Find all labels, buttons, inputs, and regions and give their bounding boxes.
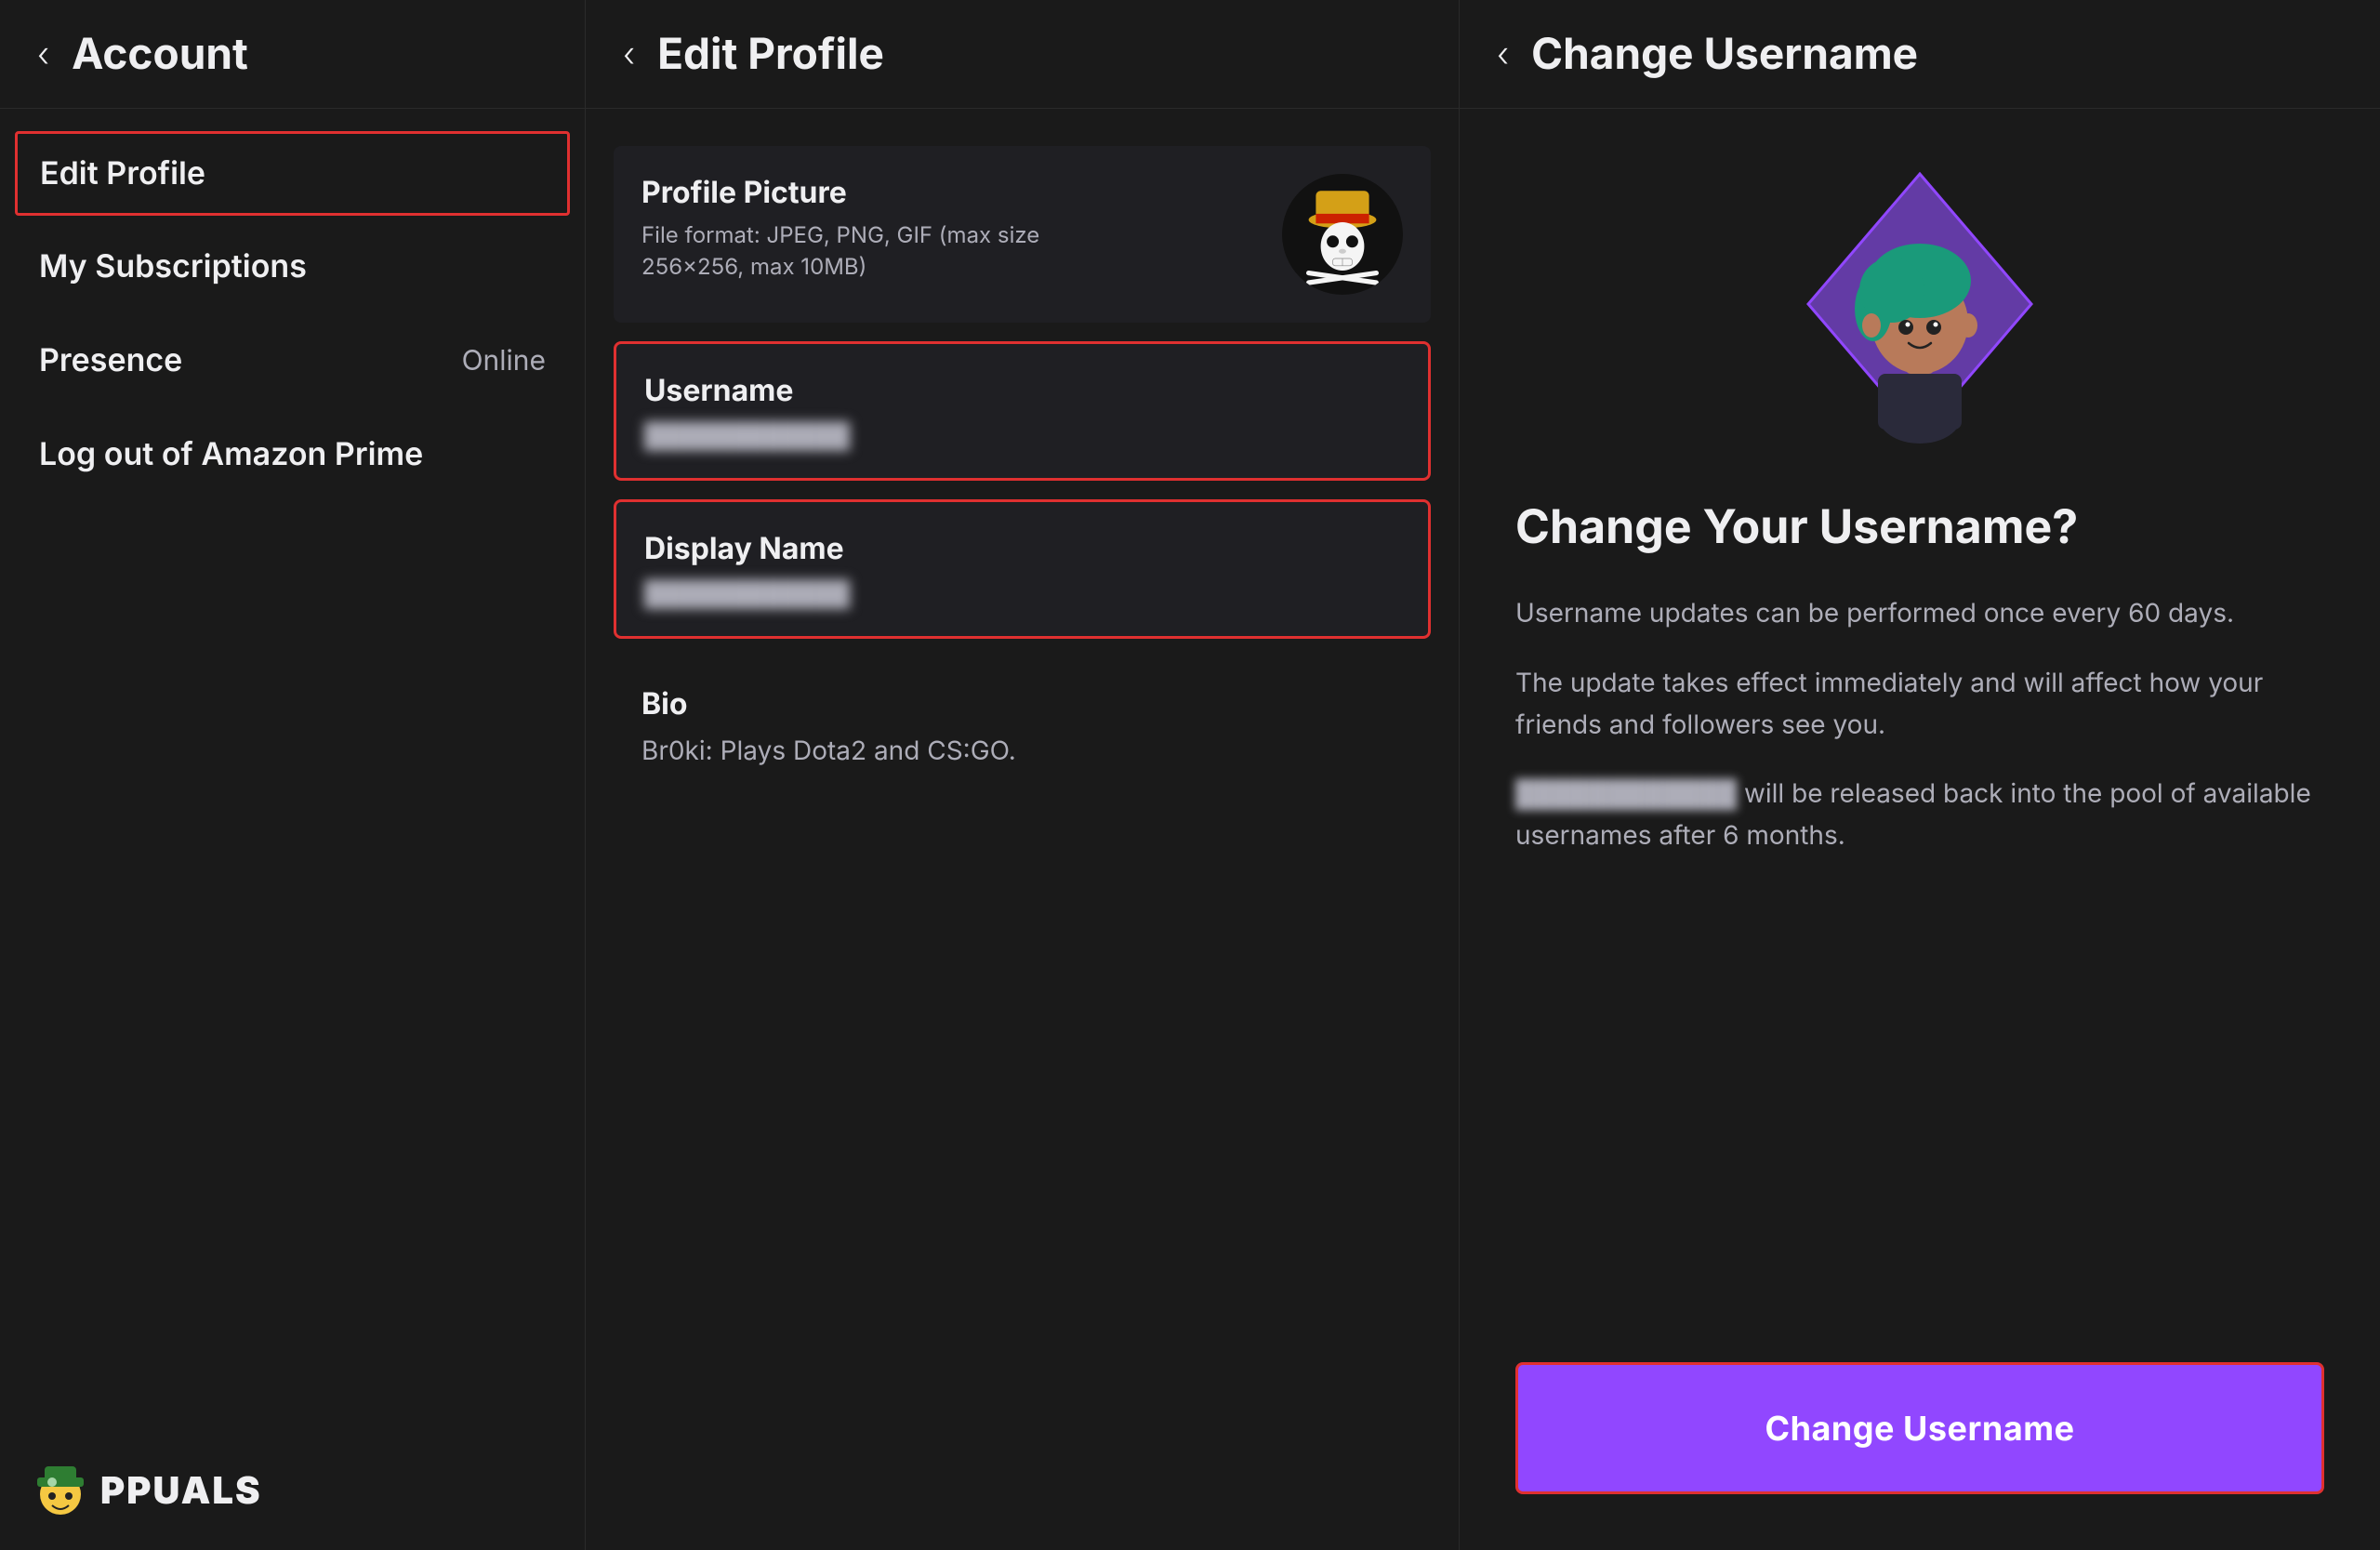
display-name-label: Display Name (644, 530, 1400, 566)
profile-picture-description: File format: JPEG, PNG, GIF (max size 25… (641, 219, 1106, 282)
menu-item-edit-profile[interactable]: Edit Profile (15, 131, 570, 216)
menu-item-presence[interactable]: Presence Online (0, 313, 585, 407)
menu-item-presence-label: Presence (39, 341, 182, 379)
edit-profile-header: ‹ Edit Profile (586, 0, 1459, 109)
change-username-panel: ‹ Change Username (1460, 0, 2380, 1550)
change-username-heading: Change Your Username? (1515, 499, 2324, 555)
menu-item-amazon-prime[interactable]: Log out of Amazon Prime (0, 407, 585, 501)
account-menu: Edit Profile My Subscriptions Presence O… (0, 109, 585, 1550)
avatar-image (1282, 174, 1403, 295)
change-username-blurred-name: ████████████ (1515, 773, 1737, 815)
username-value: ████████████ (644, 421, 1400, 450)
account-panel: ‹ Account Edit Profile My Subscriptions … (0, 0, 586, 1550)
username-section[interactable]: Username ████████████ (614, 341, 1431, 481)
bio-section: Bio Br0ki: Plays Dota2 and CS:GO. (614, 657, 1431, 794)
change-username-paragraph2: The update takes effect immediately and … (1515, 662, 2324, 746)
edit-profile-back-arrow[interactable]: ‹ (623, 33, 635, 74)
edit-profile-title: Edit Profile (657, 28, 884, 80)
watermark-text: PPUALS (100, 1467, 262, 1513)
bio-label: Bio (641, 685, 1403, 722)
account-title: Account (72, 28, 248, 80)
display-name-section[interactable]: Display Name ████████████ (614, 499, 1431, 639)
change-username-button-area: Change Username (1460, 1325, 2380, 1550)
character-illustration (1762, 146, 2078, 499)
character-illustration-area (1460, 109, 2380, 499)
change-username-back-arrow[interactable]: ‹ (1497, 33, 1509, 74)
change-username-paragraph3: ████████████ will be released back into … (1515, 773, 2324, 856)
menu-item-presence-value: Online (462, 344, 546, 378)
profile-picture-info: Profile Picture File format: JPEG, PNG, … (641, 174, 1106, 282)
change-username-title-header: Change Username (1531, 28, 1918, 80)
menu-item-edit-profile-label: Edit Profile (40, 154, 205, 192)
account-back-arrow[interactable]: ‹ (37, 33, 49, 74)
menu-item-subscriptions[interactable]: My Subscriptions (0, 219, 585, 313)
display-name-value: ████████████ (644, 579, 1400, 608)
username-label: Username (644, 372, 1400, 408)
change-username-info: Change Your Username? Username updates c… (1460, 499, 2380, 1325)
account-header: ‹ Account (0, 0, 585, 109)
bio-text: Br0ki: Plays Dota2 and CS:GO. (641, 735, 1403, 766)
watermark-icon (28, 1457, 93, 1522)
profile-picture-section: Profile Picture File format: JPEG, PNG, … (614, 146, 1431, 323)
edit-profile-body: Profile Picture File format: JPEG, PNG, … (586, 109, 1459, 1550)
edit-profile-panel: ‹ Edit Profile Profile Picture File form… (586, 0, 1460, 1550)
menu-item-subscriptions-label: My Subscriptions (39, 247, 307, 285)
avatar[interactable] (1282, 174, 1403, 295)
change-username-paragraph1: Username updates can be performed once e… (1515, 592, 2324, 634)
change-username-header: ‹ Change Username (1460, 0, 2380, 109)
menu-item-amazon-prime-label: Log out of Amazon Prime (39, 435, 423, 473)
watermark: PPUALS (28, 1457, 262, 1522)
change-username-button[interactable]: Change Username (1515, 1362, 2324, 1494)
profile-picture-label: Profile Picture (641, 174, 1106, 210)
